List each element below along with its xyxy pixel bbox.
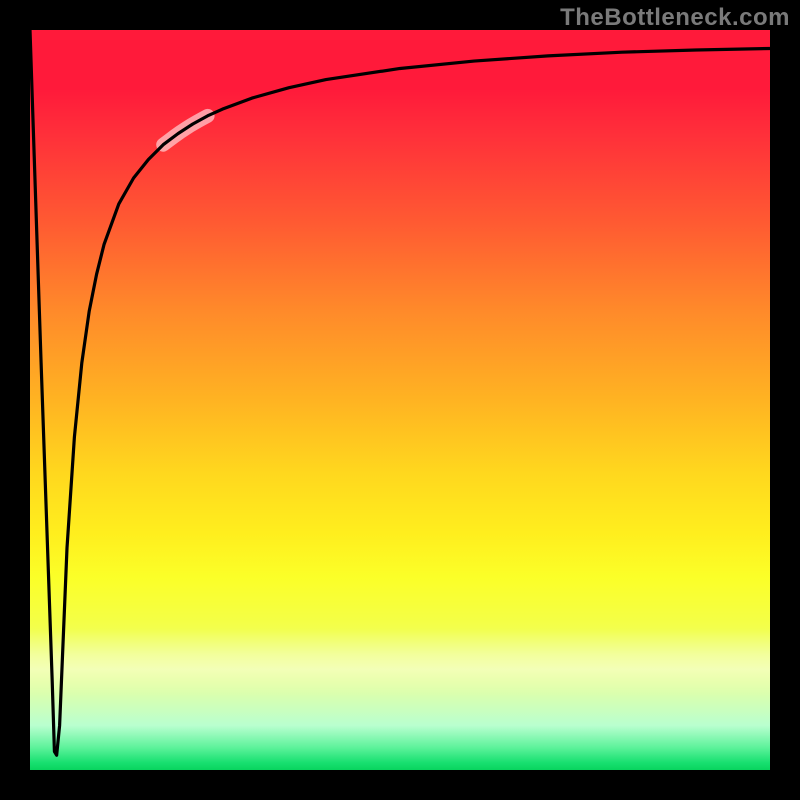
watermark-text: TheBottleneck.com: [560, 4, 790, 32]
curve-line: [30, 30, 770, 755]
chart-frame: TheBottleneck.com: [0, 0, 800, 800]
curve-svg: [30, 30, 770, 770]
plot-area: [30, 30, 770, 770]
